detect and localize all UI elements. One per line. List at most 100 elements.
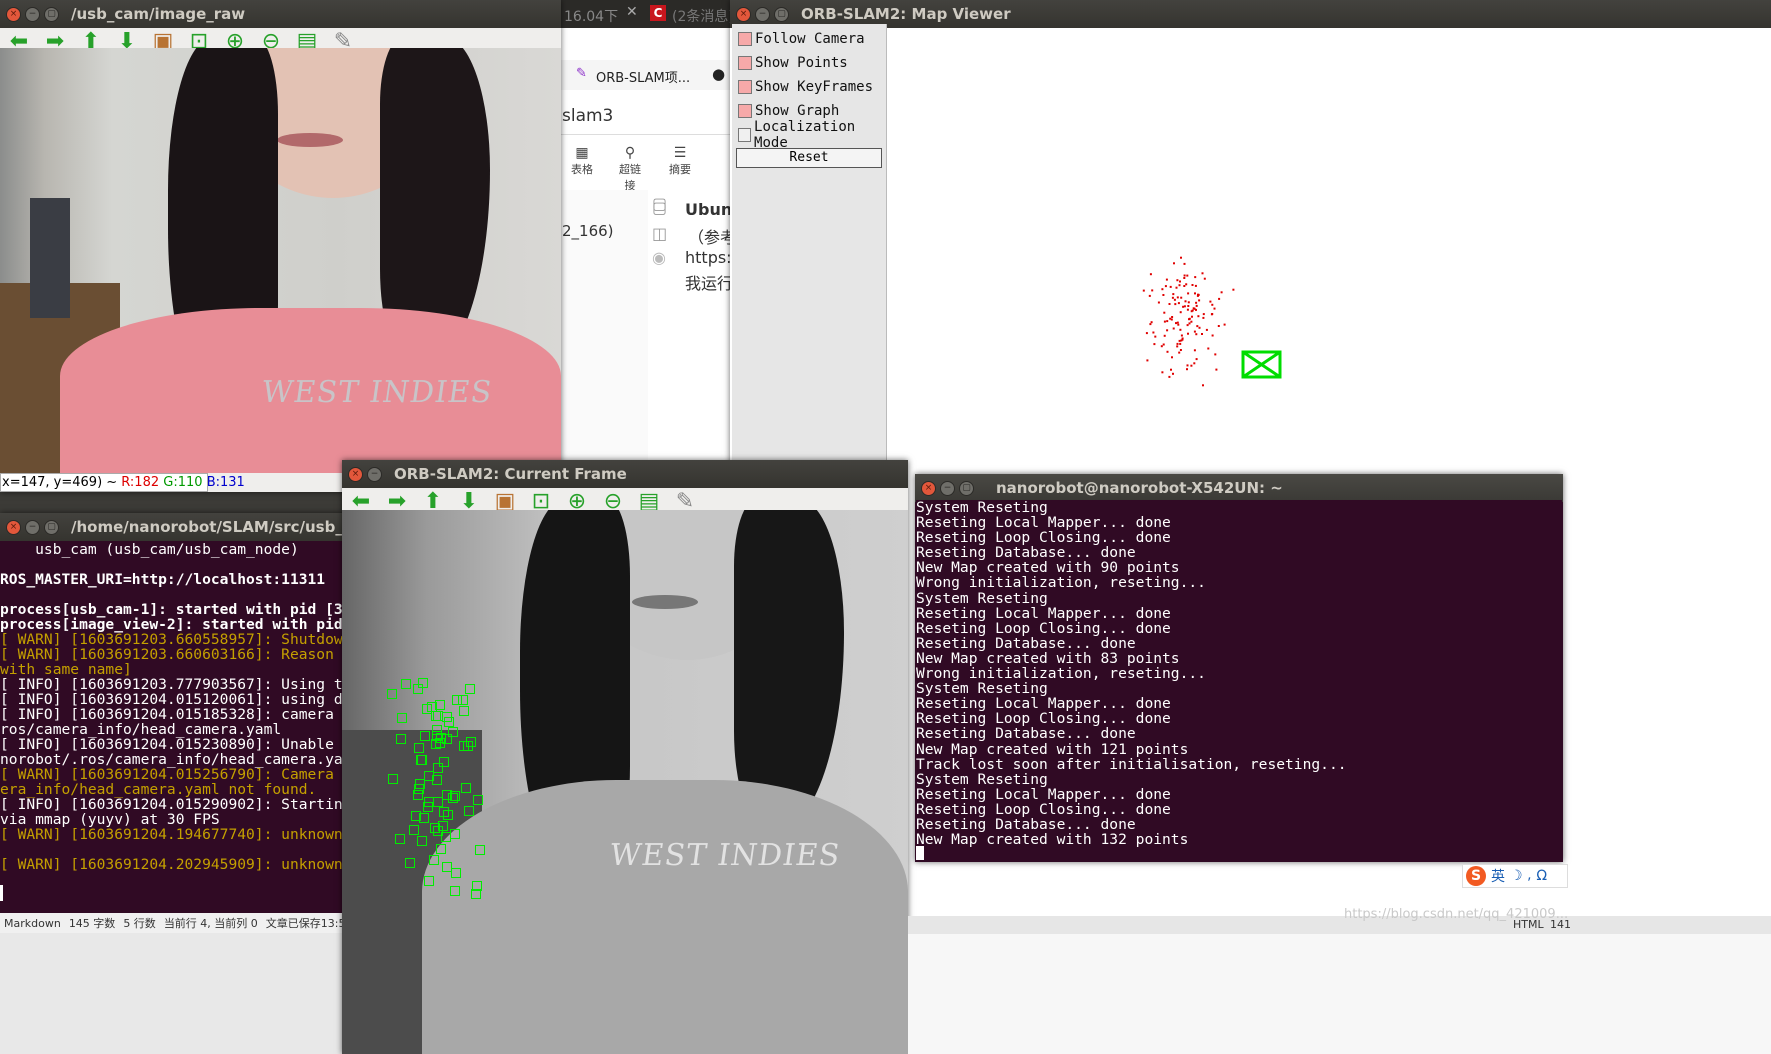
moon-icon[interactable]: ☽ bbox=[1510, 868, 1523, 884]
map-point bbox=[1215, 368, 1218, 371]
table-icon: ▦ bbox=[575, 145, 589, 161]
map-point bbox=[1163, 311, 1166, 314]
close-icon[interactable]: × bbox=[6, 6, 21, 22]
current-frame-image[interactable]: WEST INDIES bbox=[342, 510, 908, 1054]
main-terminal-output[interactable]: System Reseting Reseting Local Mapper... … bbox=[916, 500, 1562, 862]
preview-pane: ▢ ◫ ◉ Ubunt （参考 https:/ 我运行 bbox=[648, 190, 740, 480]
checkbox-follow-camera[interactable]: Follow Camera bbox=[732, 27, 886, 51]
maximize-icon[interactable]: ▢ bbox=[959, 480, 974, 496]
keypoint-marker bbox=[473, 795, 483, 805]
keypoint-marker bbox=[424, 771, 434, 781]
checkbox-box[interactable] bbox=[738, 128, 752, 142]
maximize-icon[interactable]: ▢ bbox=[44, 519, 59, 535]
keypoint-marker bbox=[442, 734, 452, 744]
map-points bbox=[1142, 256, 1235, 387]
map-point bbox=[1196, 325, 1199, 328]
doc-icon: ▢ bbox=[652, 198, 668, 217]
terminal-line: [ INFO] [1603691204.015230890]: Unable t… bbox=[0, 736, 345, 753]
checkbox-box[interactable] bbox=[738, 80, 752, 94]
minimize-icon[interactable]: − bbox=[25, 6, 40, 22]
ime-bar[interactable]: S 英 ☽ ⸴ Ω bbox=[1462, 864, 1568, 888]
checkbox-show-keyframes[interactable]: Show KeyFrames bbox=[732, 75, 886, 99]
map-point bbox=[1170, 318, 1173, 321]
monitor bbox=[30, 198, 70, 318]
close-icon[interactable]: × bbox=[348, 466, 363, 482]
checkbox-box[interactable] bbox=[738, 104, 752, 118]
keypoint-marker bbox=[409, 825, 419, 835]
keypoint-marker bbox=[451, 868, 461, 878]
map-point bbox=[1195, 333, 1198, 336]
hyperlink-button[interactable]: ⚲ 超链接 bbox=[614, 145, 646, 193]
terminal-line: Reseting Local Mapper... done bbox=[916, 514, 1171, 532]
map-point bbox=[1173, 298, 1176, 301]
map-point bbox=[1153, 343, 1156, 346]
minimize-icon[interactable]: − bbox=[940, 480, 955, 496]
terminal-cursor bbox=[916, 846, 924, 860]
map-point bbox=[1176, 296, 1179, 299]
map-point bbox=[1162, 294, 1165, 296]
keypoint-marker bbox=[423, 802, 433, 812]
launch-terminal-output[interactable]: usb_cam (usb_cam/usb_cam_node) ROS_MASTER… bbox=[0, 541, 345, 913]
map-canvas[interactable] bbox=[887, 24, 1771, 474]
map-point bbox=[1209, 300, 1212, 303]
punct-icon[interactable]: ⸴ bbox=[1528, 867, 1532, 886]
map-point bbox=[1195, 358, 1198, 361]
map-point bbox=[1177, 302, 1180, 305]
checkbox-show-points[interactable]: Show Points bbox=[732, 51, 886, 75]
minimize-icon[interactable]: − bbox=[367, 466, 382, 482]
tab-close-icon[interactable]: ✕ bbox=[626, 4, 638, 20]
bookmark-orbslam[interactable]: ORB-SLAM项... bbox=[596, 67, 690, 86]
camera-image[interactable]: WEST INDIES bbox=[0, 48, 561, 473]
keypoint-marker bbox=[463, 741, 473, 751]
map-point bbox=[1217, 325, 1220, 327]
mouth bbox=[632, 595, 698, 609]
omega-icon[interactable]: Ω bbox=[1536, 868, 1547, 884]
csdn-watermark: https://blog.csdn.net/qq_421009... bbox=[1344, 907, 1569, 922]
editor-status-bar: Markdown 145 字数 5 行数 当前行 4, 当前列 0 文章已保存1… bbox=[0, 913, 370, 933]
terminal-line: [ INFO] [1603691203.777903567]: Using tr… bbox=[0, 676, 345, 693]
map-point bbox=[1186, 368, 1188, 371]
map-point bbox=[1180, 296, 1183, 299]
map-point bbox=[1180, 256, 1182, 259]
close-icon[interactable]: × bbox=[736, 6, 751, 22]
map-point bbox=[1197, 293, 1200, 296]
map-point bbox=[1149, 273, 1152, 276]
map-point bbox=[1187, 301, 1190, 304]
minimize-icon[interactable]: − bbox=[755, 6, 770, 22]
map-point bbox=[1183, 305, 1186, 308]
terminal-line: System Reseting bbox=[916, 770, 1048, 788]
map-point bbox=[1160, 345, 1163, 348]
map-point bbox=[1190, 320, 1193, 323]
ime-lang[interactable]: 英 bbox=[1491, 866, 1505, 886]
summary-button[interactable]: ☰ 摘要 bbox=[668, 145, 692, 177]
checkbox-box[interactable] bbox=[738, 32, 752, 46]
keypoint-marker bbox=[458, 695, 468, 705]
maximize-icon[interactable]: ▢ bbox=[44, 6, 59, 22]
github-icon[interactable]: ● bbox=[712, 65, 725, 83]
map-point bbox=[1178, 351, 1181, 354]
map-point bbox=[1202, 384, 1204, 387]
close-icon[interactable]: × bbox=[921, 480, 936, 496]
checkbox-label: Show Graph bbox=[755, 103, 840, 119]
reset-button[interactable]: Reset bbox=[736, 148, 882, 168]
browser-tab-2[interactable]: (2条消息) bbox=[672, 6, 734, 26]
map-point bbox=[1186, 308, 1189, 311]
maximize-icon[interactable]: ▢ bbox=[774, 6, 789, 22]
keypoint-marker bbox=[387, 689, 397, 699]
browser-tab-partial[interactable]: 16.04下 bbox=[564, 6, 618, 26]
table-button[interactable]: ▦ 表格 bbox=[570, 145, 594, 177]
minimize-icon[interactable]: − bbox=[25, 519, 40, 535]
window-title: nanorobot@nanorobot-X542UN: ~ bbox=[996, 479, 1283, 497]
editor-search-text[interactable]: slam3 bbox=[562, 106, 613, 126]
map-point bbox=[1166, 329, 1169, 332]
checkbox-box[interactable] bbox=[738, 56, 752, 70]
mouth bbox=[277, 133, 343, 147]
terminal-line: New Map created with 90 points bbox=[916, 559, 1180, 577]
map-point bbox=[1179, 280, 1181, 283]
checkbox-localization-mode[interactable]: Localization Mode bbox=[732, 119, 886, 151]
close-icon[interactable]: × bbox=[6, 519, 21, 535]
article-line-3: 我运行 bbox=[685, 274, 734, 293]
